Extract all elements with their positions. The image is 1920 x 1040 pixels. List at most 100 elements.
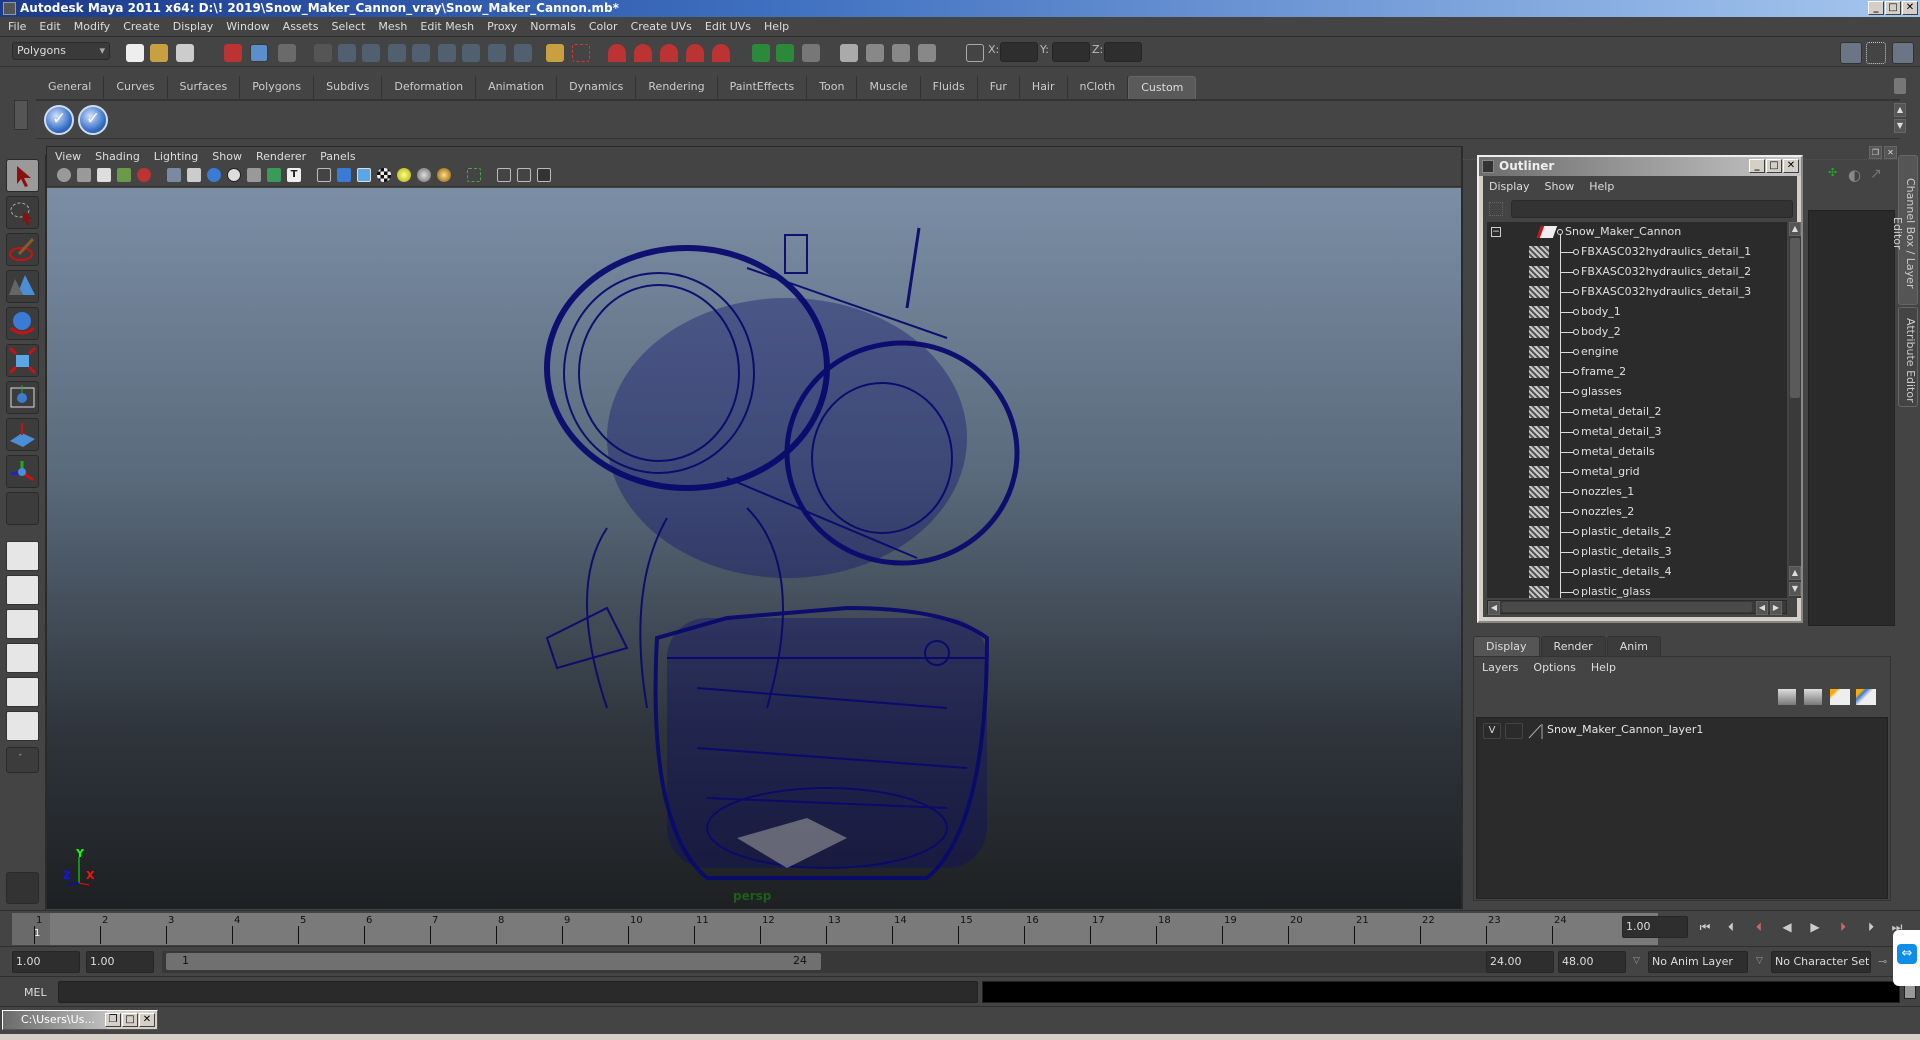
select-tool-button[interactable] — [6, 159, 39, 192]
tree-row[interactable]: glasses — [1487, 382, 1787, 402]
scroll-right-button[interactable]: ▶ — [1770, 601, 1782, 615]
close-panel-button[interactable]: ✕ — [1884, 146, 1897, 159]
menu-normals[interactable]: Normals — [530, 20, 576, 33]
minimized-window[interactable]: C:\Users\Us... ❐ □ ✕ — [2, 1010, 158, 1030]
channel-box-view[interactable] — [1808, 210, 1895, 626]
tree-row[interactable]: metal_details — [1487, 442, 1787, 462]
shelf-tab-muscle[interactable]: Muscle — [857, 76, 921, 99]
z-input[interactable] — [1104, 42, 1142, 62]
viewport-menu-renderer[interactable]: Renderer — [256, 150, 306, 163]
menu-proxy[interactable]: Proxy — [487, 20, 517, 33]
use-default-lighting-icon[interactable] — [397, 168, 411, 182]
shelf-scroll-up-button[interactable]: ▲ — [1894, 103, 1906, 117]
step-forward-key-button[interactable]: ⏵ — [1836, 920, 1850, 934]
menu-create[interactable]: Create — [123, 20, 160, 33]
minimize-button[interactable]: _ — [1868, 1, 1884, 15]
move-layer-up-icon[interactable] — [1778, 689, 1796, 705]
bookmarks-icon[interactable] — [97, 168, 111, 182]
maximize-button[interactable]: □ — [1885, 1, 1901, 15]
resolution-gate-icon[interactable] — [207, 168, 221, 182]
mel-command-input[interactable] — [58, 981, 978, 1003]
use-all-lights-icon[interactable] — [417, 168, 431, 182]
tree-row[interactable]: engine — [1487, 342, 1787, 362]
scroll-down-button[interactable]: ▼ — [1789, 582, 1801, 596]
select-by-component-icon[interactable] — [278, 44, 296, 62]
select-all-filter-icon[interactable] — [314, 44, 332, 62]
maximize-button[interactable]: □ — [122, 1013, 138, 1027]
film-gate-icon[interactable] — [187, 168, 201, 182]
go-to-start-button[interactable]: ⏮ — [1698, 920, 1712, 934]
tree-root-row[interactable]: − Snow_Maker_Cannon — [1487, 222, 1787, 242]
safe-title-icon[interactable]: T — [287, 168, 301, 182]
select-joints-icon[interactable] — [362, 44, 380, 62]
x-input[interactable] — [1000, 42, 1038, 62]
shelf-tab-dynamics[interactable]: Dynamics — [557, 76, 637, 99]
current-time-indicator[interactable] — [12, 913, 50, 945]
input-operations-icon[interactable] — [752, 44, 770, 62]
universal-manipulator-button[interactable] — [6, 381, 39, 414]
viewport-menu-show[interactable]: Show — [212, 150, 242, 163]
select-by-object-type-icon[interactable] — [250, 44, 268, 62]
viewport-menu-lighting[interactable]: Lighting — [154, 150, 198, 163]
outliner-filter-input[interactable] — [1511, 200, 1793, 218]
outliner-vertical-scrollbar[interactable]: ▲ ▲ ▼ — [1789, 222, 1801, 598]
scrollbar-thumb[interactable] — [1790, 238, 1800, 398]
play-forwards-button[interactable]: ▶ — [1808, 920, 1822, 934]
menu-modify[interactable]: Modify — [74, 20, 110, 33]
menu-edit-mesh[interactable]: Edit Mesh — [420, 20, 474, 33]
camera-attributes-icon[interactable] — [77, 168, 91, 182]
side-tab-attribute-editor[interactable]: Attribute Editor — [1898, 307, 1918, 407]
tree-row[interactable]: FBXASC032hydraulics_detail_1 — [1487, 242, 1787, 262]
share-view-icon[interactable] — [537, 168, 551, 182]
tree-row[interactable]: metal_detail_2 — [1487, 402, 1787, 422]
tree-row[interactable]: FBXASC032hydraulics_detail_2 — [1487, 262, 1787, 282]
snap-to-curves-icon[interactable] — [634, 44, 652, 62]
close-button[interactable]: ✕ — [1902, 1, 1918, 15]
render-frame-icon[interactable] — [840, 44, 858, 62]
animation-start-input[interactable]: 1.00 — [12, 951, 80, 973]
auto-key-icon[interactable]: ⊸ — [1878, 955, 1887, 968]
select-dynamics-icon[interactable] — [462, 44, 480, 62]
viewport-menu-panels[interactable]: Panels — [320, 150, 355, 163]
step-back-key-button[interactable]: ⏴ — [1752, 920, 1766, 934]
menu-help[interactable]: Help — [764, 20, 789, 33]
arrow-icon[interactable]: ↗ — [1870, 166, 1882, 182]
layer-tab-display[interactable]: Display — [1473, 636, 1540, 656]
shelf-tab-general[interactable]: General — [36, 76, 105, 99]
show-channel-box-icon[interactable] — [1892, 42, 1914, 64]
layer-tab-render[interactable]: Render — [1540, 636, 1606, 656]
menu-file[interactable]: File — [8, 20, 26, 33]
minimized-window-title[interactable]: C:\Users\Us... — [3, 1011, 107, 1029]
outliner-minimize-button[interactable]: _ — [1749, 159, 1765, 173]
viewport-menu-shading[interactable]: Shading — [95, 150, 140, 163]
select-misc-icon[interactable] — [514, 44, 532, 62]
tree-row[interactable]: nozzles_1 — [1487, 482, 1787, 502]
more-layouts-button[interactable]: ˇ — [6, 747, 39, 773]
menu-color[interactable]: Color — [589, 20, 618, 33]
move-tool-button[interactable] — [6, 455, 39, 488]
close-button[interactable]: ✕ — [139, 1013, 155, 1027]
xray-icon[interactable] — [497, 168, 511, 182]
current-frame-input[interactable]: 1.00 — [1622, 916, 1688, 938]
persp-graph-layout-button[interactable] — [6, 643, 39, 673]
select-handles-icon[interactable] — [338, 44, 356, 62]
range-slider[interactable]: 1 24 — [162, 951, 1486, 973]
layer-menu-layers[interactable]: Layers — [1482, 661, 1518, 674]
layer-display-type-toggle[interactable] — [1505, 723, 1523, 739]
last-tool-button[interactable] — [6, 270, 39, 303]
snap-to-view-planes-icon[interactable] — [686, 44, 704, 62]
field-chart-icon[interactable] — [247, 168, 261, 182]
collapse-icon[interactable]: − — [1491, 227, 1501, 237]
shelf-tab-custom[interactable]: Custom — [1128, 76, 1197, 99]
select-camera-icon[interactable] — [57, 168, 71, 182]
outliner-close-button[interactable]: ✕ — [1783, 159, 1799, 173]
2d-pan-zoom-icon[interactable] — [137, 168, 151, 182]
tree-row[interactable]: metal_grid — [1487, 462, 1787, 482]
shelf-tab-subdivs[interactable]: Subdivs — [314, 76, 383, 99]
menu-assets[interactable]: Assets — [283, 20, 319, 33]
play-backwards-button[interactable]: ◀ — [1780, 920, 1794, 934]
empty-tool-slot[interactable] — [6, 492, 39, 525]
select-rendering-icon[interactable] — [488, 44, 506, 62]
layer-menu-options[interactable]: Options — [1533, 661, 1575, 674]
tree-row[interactable]: FBXASC032hydraulics_detail_3 — [1487, 282, 1787, 302]
